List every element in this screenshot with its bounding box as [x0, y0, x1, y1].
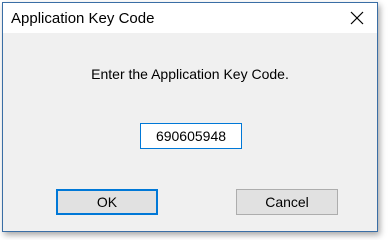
- key-code-input[interactable]: [140, 123, 242, 149]
- cancel-button-label: Cancel: [265, 194, 309, 210]
- ok-button-label: OK: [96, 194, 118, 210]
- close-icon: [350, 11, 364, 25]
- window-title: Application Key Code: [11, 10, 155, 27]
- close-button[interactable]: [337, 3, 377, 33]
- title-bar[interactable]: Application Key Code: [3, 3, 377, 33]
- ok-button[interactable]: OK: [56, 189, 158, 215]
- cancel-button[interactable]: Cancel: [236, 189, 338, 215]
- prompt-label: Enter the Application Key Code.: [91, 66, 289, 82]
- application-key-code-dialog: Application Key Code Enter the Applicati…: [2, 2, 378, 232]
